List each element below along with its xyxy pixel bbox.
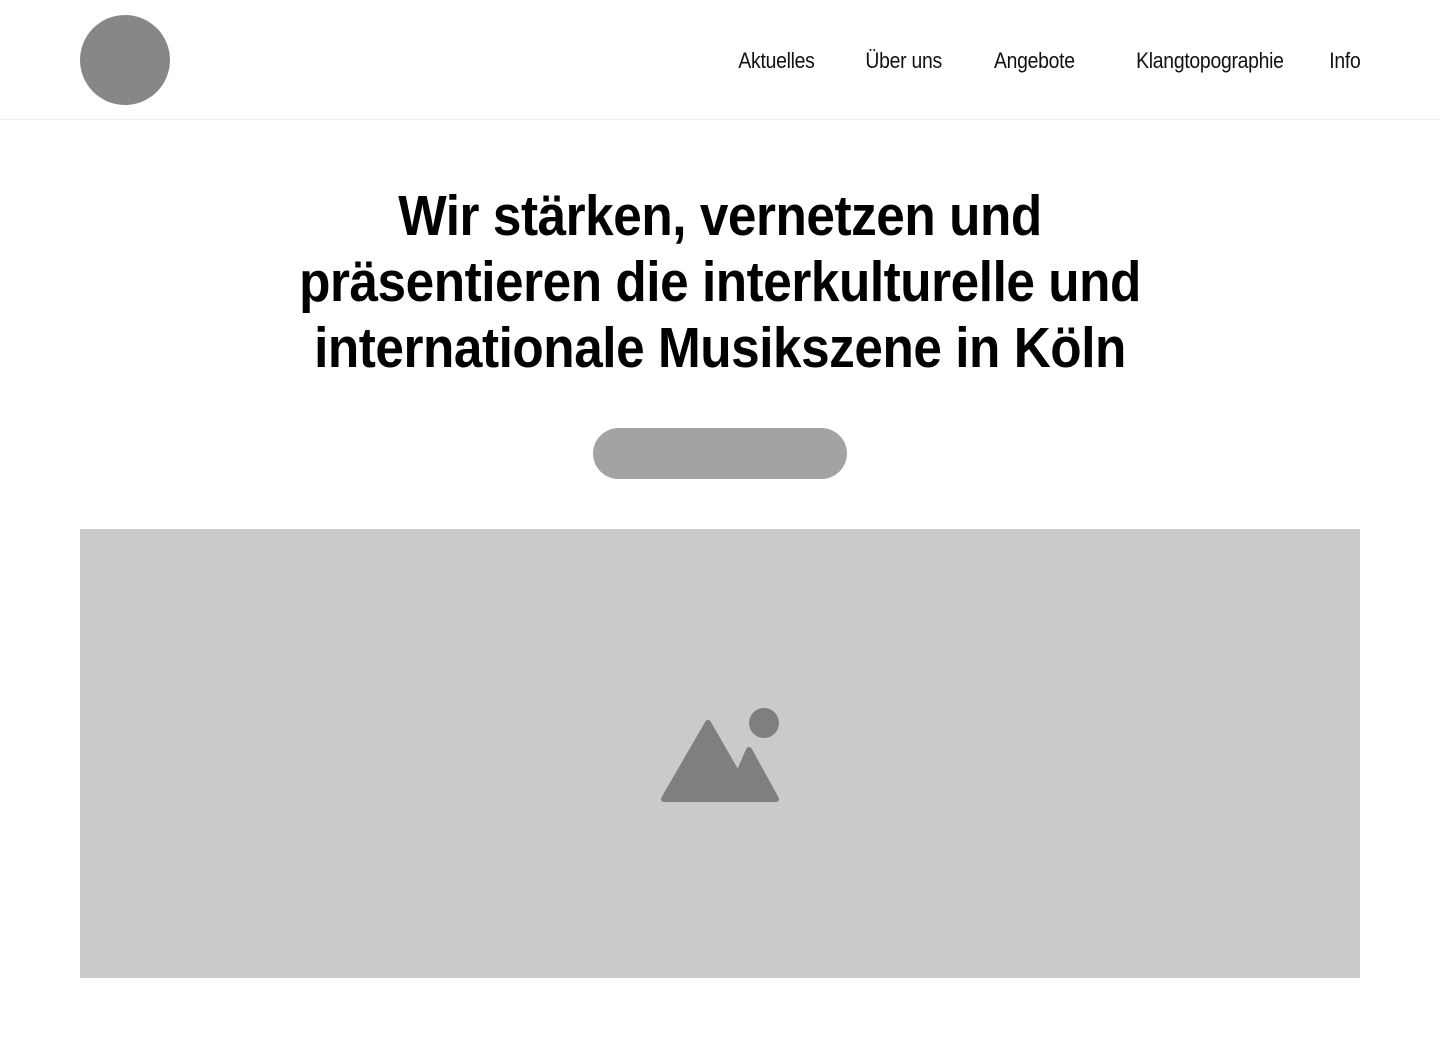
nav-item-aktuelles[interactable]: Aktuelles (738, 46, 814, 76)
hero-title: Wir stärken, vernetzen und präsentieren … (0, 183, 1440, 381)
image-placeholder-icon (661, 707, 779, 802)
hero-title-line: Wir stärken, vernetzen und (398, 184, 1042, 248)
hero-title-line: internationale Musikszene in Köln (314, 316, 1126, 380)
hero-image-placeholder (80, 529, 1360, 978)
nav-item-klangtopographie[interactable]: Klangtopographie (1136, 46, 1284, 76)
logo[interactable] (80, 15, 170, 105)
nav-item-angebote[interactable]: Angebote (994, 46, 1075, 76)
site-header: Aktuelles Über uns Angebote Klangtopogra… (0, 0, 1440, 120)
sun-shape (749, 707, 779, 738)
hero-title-line: präsentieren die interkulturelle und (299, 250, 1141, 314)
main-nav: Aktuelles Über uns Angebote Klangtopogra… (728, 46, 1360, 76)
nav-item-ueber-uns[interactable]: Über uns (866, 46, 943, 76)
nav-item-info[interactable]: Info (1329, 46, 1361, 76)
cta-button[interactable] (593, 428, 847, 479)
